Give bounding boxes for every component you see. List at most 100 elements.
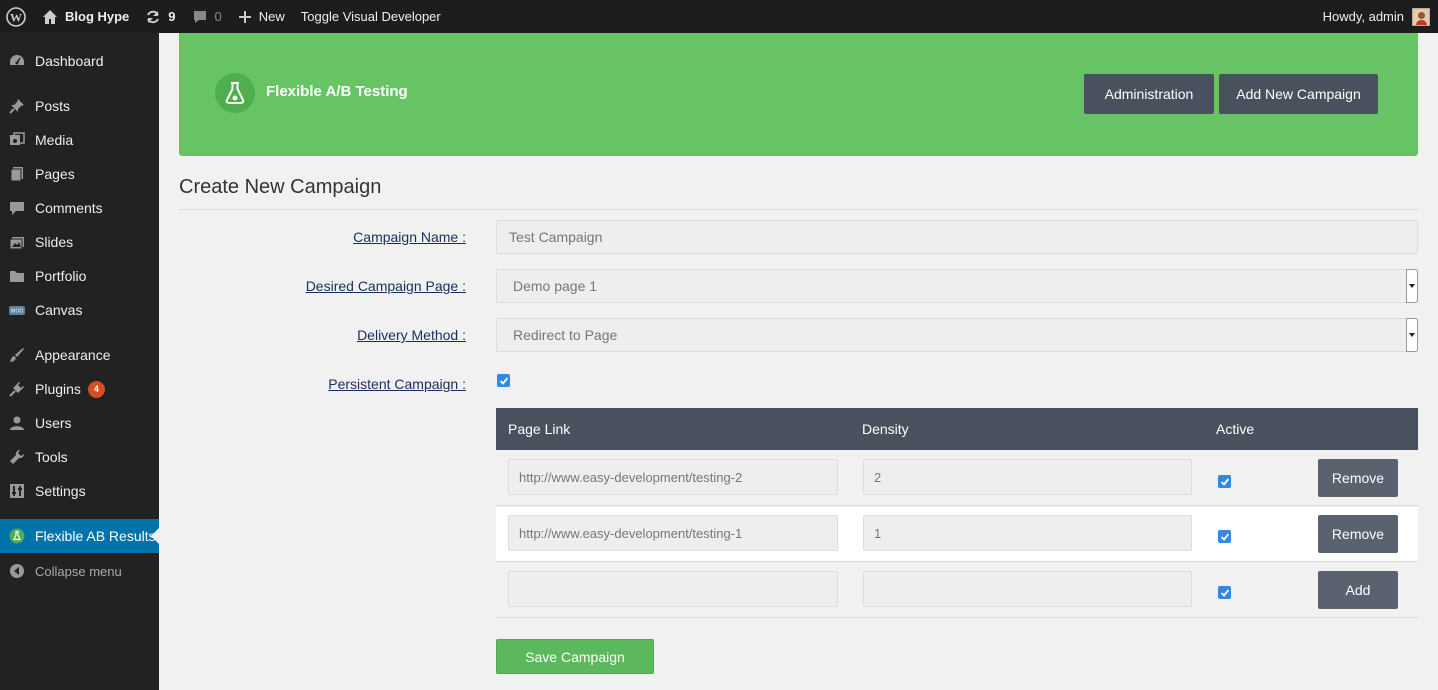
- comment-icon: [8, 199, 26, 217]
- main-content: Flexible A/B Testing Administration Add …: [159, 33, 1438, 690]
- page-link-input[interactable]: http://www.easy-development/testing-1: [508, 515, 838, 551]
- sidebar-item-label: Comments: [35, 200, 103, 216]
- sidebar-item-label: Settings: [35, 483, 86, 499]
- plug-icon: [8, 380, 26, 398]
- woo-icon: WOO: [8, 301, 26, 319]
- checkmark-icon: [499, 376, 508, 385]
- home-icon: [43, 9, 57, 24]
- sidebar-item-media[interactable]: Media: [0, 123, 159, 157]
- sidebar-item-label: Dashboard: [35, 53, 104, 69]
- media-icon: [8, 131, 26, 149]
- sidebar-item-label: Users: [35, 415, 72, 431]
- svg-text:WOO: WOO: [11, 309, 24, 315]
- remove-button[interactable]: Remove: [1318, 459, 1398, 497]
- administration-button[interactable]: Administration: [1084, 74, 1214, 114]
- campaign-name-value: Test Campaign: [509, 229, 603, 245]
- page-link-input[interactable]: [508, 571, 838, 607]
- checkmark-icon: [1220, 477, 1229, 486]
- flask-logo-icon: [215, 73, 255, 113]
- sidebar-item-slides[interactable]: Slides: [0, 225, 159, 259]
- persistent-campaign-checkbox[interactable]: [497, 374, 510, 387]
- checkmark-icon: [1220, 588, 1229, 597]
- add-button[interactable]: Add: [1318, 571, 1398, 609]
- active-checkbox[interactable]: [1218, 530, 1231, 543]
- comments-count: 0: [214, 9, 222, 24]
- updates-link[interactable]: 9: [137, 0, 183, 33]
- sidebar-item-comments[interactable]: Comments: [0, 191, 159, 225]
- plugins-update-badge: 4: [87, 380, 105, 398]
- delivery-method-label: Delivery Method :: [357, 327, 466, 343]
- sidebar-item-label: Media: [35, 132, 74, 148]
- brush-icon: [8, 346, 26, 364]
- remove-button[interactable]: Remove: [1318, 515, 1398, 553]
- density-input[interactable]: 1: [863, 515, 1192, 551]
- slides-icon: [8, 233, 26, 251]
- delivery-method-select[interactable]: Redirect to Page: [496, 318, 1418, 352]
- campaign-page-label: Desired Campaign Page :: [305, 278, 466, 294]
- sidebar-item-dashboard[interactable]: Dashboard: [0, 44, 159, 78]
- sidebar-item-plugins[interactable]: Plugins 4: [0, 372, 159, 406]
- header-density: Density: [862, 421, 909, 437]
- plugin-header-banner: Flexible A/B Testing Administration Add …: [179, 33, 1418, 156]
- header-active: Active: [1216, 421, 1255, 437]
- chevron-down-icon: [1406, 269, 1418, 303]
- checkmark-icon: [1220, 532, 1229, 541]
- collapse-menu-button[interactable]: Collapse menu: [0, 554, 159, 588]
- sidebar-item-label: Flexible AB Results: [35, 528, 156, 544]
- campaign-page-select[interactable]: Demo page 1: [496, 269, 1418, 303]
- avatar: [1412, 7, 1430, 26]
- updates-count: 9: [168, 9, 176, 24]
- pages-icon: [8, 165, 26, 183]
- sidebar-item-tools[interactable]: Tools: [0, 440, 159, 474]
- updates-icon: [147, 10, 160, 23]
- sidebar-item-label: Appearance: [35, 347, 111, 363]
- sidebar-item-canvas[interactable]: WOO Canvas: [0, 293, 159, 327]
- campaign-name-label: Campaign Name :: [353, 229, 466, 245]
- active-checkbox[interactable]: [1218, 586, 1231, 599]
- site-name: Blog Hype: [65, 9, 130, 24]
- save-campaign-button[interactable]: Save Campaign: [496, 639, 654, 674]
- flask-icon: [8, 527, 26, 545]
- delivery-method-value: Redirect to Page: [513, 327, 618, 343]
- sidebar-item-label: Posts: [35, 98, 71, 114]
- sidebar-item-appearance[interactable]: Appearance: [0, 338, 159, 372]
- sidebar-item-posts[interactable]: Posts: [0, 89, 159, 123]
- density-value: 2: [874, 469, 882, 485]
- sidebar-item-pages[interactable]: Pages: [0, 157, 159, 191]
- wordpress-logo-icon[interactable]: W: [0, 0, 34, 33]
- add-new-campaign-button[interactable]: Add New Campaign: [1219, 74, 1378, 114]
- sidebar-item-portfolio[interactable]: Portfolio: [0, 259, 159, 293]
- howdy-label: Howdy, admin: [1322, 9, 1404, 24]
- sidebar-item-users[interactable]: Users: [0, 406, 159, 440]
- new-content-link[interactable]: New: [230, 0, 293, 33]
- sidebar-item-settings[interactable]: Settings: [0, 474, 159, 508]
- density-input[interactable]: 2: [863, 459, 1192, 495]
- campaign-name-input[interactable]: Test Campaign: [496, 220, 1418, 254]
- sidebar-item-label: Slides: [35, 234, 74, 250]
- site-name-link[interactable]: Blog Hype: [34, 0, 137, 33]
- table-row: http://www.easy-development/testing-2 2 …: [496, 451, 1418, 506]
- new-label: New: [258, 9, 285, 24]
- sidebar-item-label: Tools: [35, 449, 68, 465]
- sidebar-item-label: Portfolio: [35, 268, 87, 284]
- persistent-campaign-label: Persistent Campaign :: [328, 376, 466, 392]
- admin-sidebar: Dashboard Posts Media Pages Comments Sli…: [0, 33, 159, 690]
- toggle-visual-developer-label: Toggle Visual Developer: [300, 9, 441, 24]
- wrench-icon: [8, 448, 26, 466]
- density-input[interactable]: [863, 571, 1192, 607]
- page-link-input[interactable]: http://www.easy-development/testing-2: [508, 459, 838, 495]
- collapse-menu-label: Collapse menu: [35, 563, 122, 579]
- comment-icon: [193, 10, 206, 23]
- variations-table-header: Page Link Density Active: [496, 408, 1418, 450]
- chevron-down-icon: [1406, 318, 1418, 352]
- sidebar-item-label: Pages: [35, 166, 75, 182]
- page-link-value: http://www.easy-development/testing-2: [519, 469, 743, 485]
- comments-link[interactable]: 0: [184, 0, 230, 33]
- my-account[interactable]: Howdy, admin: [1322, 7, 1438, 26]
- sidebar-item-label: Plugins: [35, 381, 81, 397]
- header-page-link: Page Link: [508, 421, 571, 437]
- sidebar-item-flexible-ab-results[interactable]: Flexible AB Results: [0, 519, 159, 553]
- toggle-visual-developer-link[interactable]: Toggle Visual Developer: [293, 0, 449, 33]
- plugin-brand-title: Flexible A/B Testing: [266, 83, 408, 100]
- active-checkbox[interactable]: [1218, 475, 1231, 488]
